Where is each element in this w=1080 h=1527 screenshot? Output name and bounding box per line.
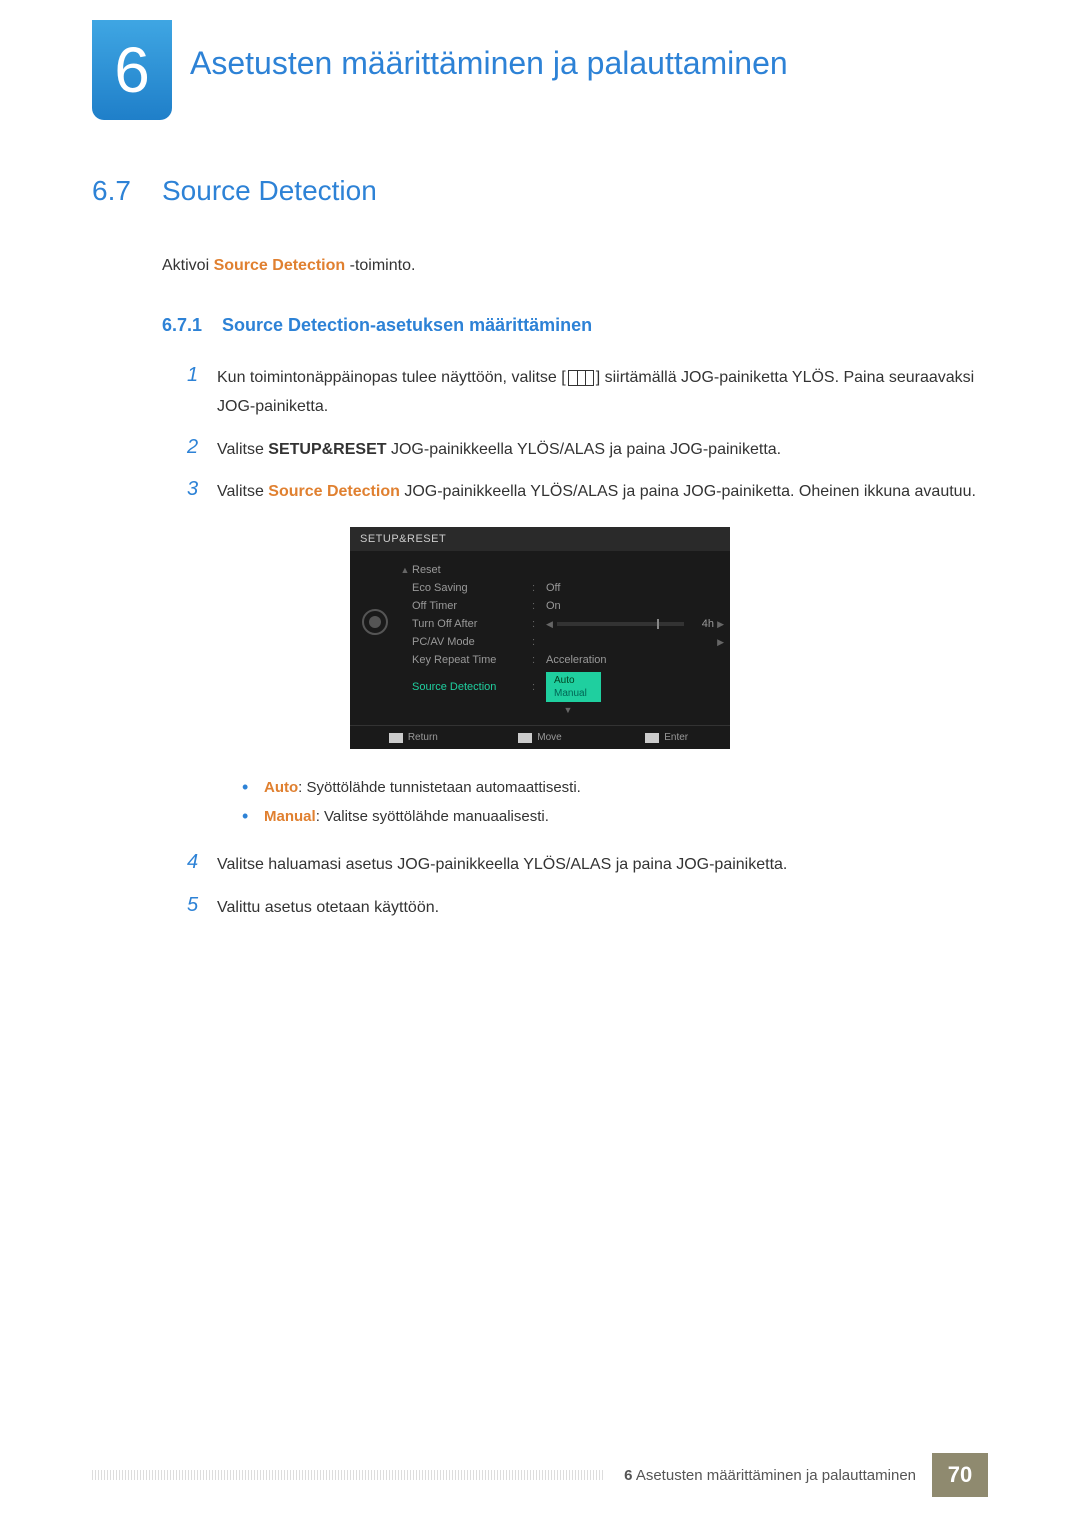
up-arrow-icon: ▲ <box>398 565 412 575</box>
osd-move: Move <box>477 726 604 749</box>
step-number: 3 <box>187 478 217 501</box>
right-arrow-icon: ▶ <box>714 637 724 648</box>
menu-icon <box>568 370 594 386</box>
page-footer: 6 Asetusten määrittäminen ja palauttamin… <box>92 1453 988 1497</box>
chapter-badge: 6 <box>92 20 172 120</box>
osd-row-source: Source Detection : Auto Manual <box>398 669 724 705</box>
dropdown-manual: Manual <box>554 687 587 700</box>
page-content: 6.7 Source Detection Aktivoi Source Dete… <box>92 175 988 937</box>
osd-return: Return <box>350 726 477 749</box>
page-number: 70 <box>932 1453 988 1497</box>
return-icon <box>389 733 403 743</box>
slider-track <box>557 622 684 626</box>
down-arrow-icon: ▼ <box>398 705 724 715</box>
osd-row-eco: Eco Saving : Off <box>398 579 724 597</box>
osd-menu: SETUP&RESET ▲ Reset Eco Saving : Off Off… <box>350 527 730 749</box>
step-2: 2 Valitse SETUP&RESET JOG-painikkeella Y… <box>187 436 988 465</box>
gear-icon <box>362 609 388 635</box>
step-4: 4 Valitse haluamasi asetus JOG-painikkee… <box>187 851 988 880</box>
osd-footer: Return Move Enter <box>350 725 730 749</box>
step-5: 5 Valittu asetus otetaan käyttöön. <box>187 894 988 923</box>
subsection-title: Source Detection-asetuksen määrittäminen <box>222 315 592 336</box>
dropdown-auto: Auto <box>554 674 587 687</box>
step-number: 5 <box>187 894 217 917</box>
step-text: Valittu asetus otetaan käyttöön. <box>217 894 439 923</box>
step-text: Valitse Source Detection JOG-painikkeell… <box>217 478 976 507</box>
enter-icon <box>645 733 659 743</box>
section-number: 6.7 <box>92 175 162 207</box>
step-number: 4 <box>187 851 217 874</box>
osd-row-turnoff: Turn Off After : ◀ 4h ▶ <box>398 615 724 633</box>
osd-row-repeat: Key Repeat Time : Acceleration <box>398 651 724 669</box>
bullet-auto: • Auto: Syöttölähde tunnistetaan automaa… <box>242 774 988 803</box>
osd-row-timer: Off Timer : On <box>398 597 724 615</box>
footer-chapter: 6 Asetusten määrittäminen ja palauttamin… <box>624 1467 916 1484</box>
osd-slider: ◀ <box>538 619 684 630</box>
osd-row-reset: ▲ Reset <box>398 561 724 579</box>
osd-enter: Enter <box>603 726 730 749</box>
intro-text: Aktivoi Source Detection -toiminto. <box>162 257 988 275</box>
step-text: Valitse SETUP&RESET JOG-painikkeella YLÖ… <box>217 436 781 465</box>
chapter-title: Asetusten määrittäminen ja palauttaminen <box>190 45 788 82</box>
footer-decoration <box>92 1470 604 1480</box>
step-number: 1 <box>187 364 217 387</box>
section-heading: 6.7 Source Detection <box>92 175 988 207</box>
chapter-number: 6 <box>114 33 150 107</box>
osd-title: SETUP&RESET <box>350 527 730 551</box>
step-text: Valitse haluamasi asetus JOG-painikkeell… <box>217 851 787 880</box>
osd-row-pcav: PC/AV Mode : ▶ <box>398 633 724 651</box>
step-3: 3 Valitse Source Detection JOG-painikkee… <box>187 478 988 507</box>
bullet-icon: • <box>242 774 264 803</box>
left-arrow-icon: ◀ <box>546 619 553 630</box>
bullet-icon: • <box>242 803 264 832</box>
bullet-list: • Auto: Syöttölähde tunnistetaan automaa… <box>242 774 988 831</box>
step-1: 1 Kun toimintonäppäinopas tulee näyttöön… <box>187 364 988 422</box>
step-number: 2 <box>187 436 217 459</box>
section-title: Source Detection <box>162 175 377 207</box>
step-text: Kun toimintonäppäinopas tulee näyttöön, … <box>217 364 988 422</box>
subsection-heading: 6.7.1 Source Detection-asetuksen määritt… <box>162 315 988 336</box>
move-icon <box>518 733 532 743</box>
right-arrow-icon: ▶ <box>714 619 724 630</box>
osd-dropdown: Auto Manual <box>546 672 601 702</box>
subsection-number: 6.7.1 <box>162 315 222 336</box>
intro-keyword: Source Detection <box>214 257 346 274</box>
bullet-manual: • Manual: Valitse syöttölähde manuaalise… <box>242 803 988 832</box>
